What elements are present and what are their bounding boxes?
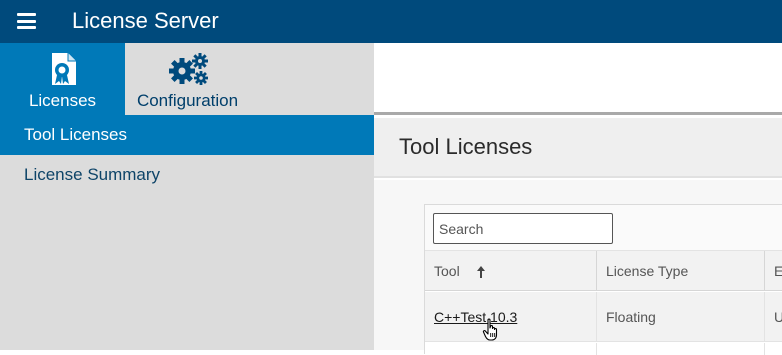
cell-license-type: Floating xyxy=(597,292,765,342)
cell-tool: C++Test 10.3 xyxy=(425,292,597,342)
licenses-table: Tool License Type E C++Test 10.3 Floatin… xyxy=(424,204,782,355)
app-title: License Server xyxy=(72,8,219,33)
hand-pointer-cursor-icon xyxy=(482,318,498,341)
tab-licenses[interactable]: Licenses xyxy=(0,43,125,115)
column-header-license-type[interactable]: License Type xyxy=(597,251,765,291)
cell-third: U xyxy=(774,309,782,325)
search-input[interactable] xyxy=(433,213,613,244)
main-panel: Tool Licenses Tool License Type E C++Tes… xyxy=(374,43,782,355)
sort-up-arrow-icon xyxy=(476,266,485,279)
license-certificate-icon xyxy=(51,53,76,85)
column-header-tool-label: Tool xyxy=(434,263,460,279)
main-top-area xyxy=(374,43,782,115)
page-title: Tool Licenses xyxy=(399,134,533,159)
table-row: C++Test 10.3 Floating U xyxy=(425,292,782,342)
sidebar: Licenses Configuration Tool Licenses Lic… xyxy=(0,43,374,350)
hamburger-menu-icon[interactable] xyxy=(17,13,36,29)
page-header: Tool Licenses xyxy=(374,118,782,178)
sidebar-item-license-summary[interactable]: License Summary xyxy=(0,155,374,195)
gears-icon xyxy=(168,53,208,85)
table-toolbar xyxy=(425,205,782,251)
table-header: Tool License Type E xyxy=(425,251,782,291)
column-header-tool[interactable]: Tool xyxy=(425,251,597,291)
content-area: Tool License Type E C++Test 10.3 Floatin… xyxy=(374,180,782,355)
tab-configuration[interactable]: Configuration xyxy=(125,43,250,115)
tool-link[interactable]: C++Test 10.3 xyxy=(434,309,517,325)
tab-configuration-label: Configuration xyxy=(136,91,239,110)
column-header-third[interactable]: E xyxy=(765,251,782,291)
mode-tabs: Licenses Configuration xyxy=(0,43,374,115)
table-row xyxy=(425,343,782,355)
top-bar: License Server xyxy=(0,0,782,43)
sidebar-item-tool-licenses[interactable]: Tool Licenses xyxy=(0,115,374,155)
tab-licenses-label: Licenses xyxy=(28,91,97,110)
